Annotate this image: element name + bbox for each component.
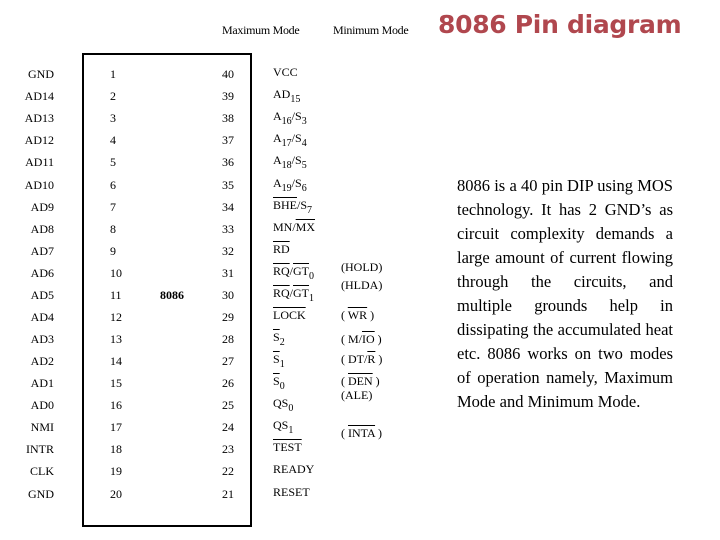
left-pin-number: 10	[110, 266, 122, 280]
left-pin-number: 12	[110, 310, 122, 324]
left-pin-name: AD3	[30, 332, 54, 346]
left-pin-number: 7	[110, 200, 116, 214]
right-pin-min-mode-name: ( DT/R )	[341, 352, 383, 366]
right-pin-max-mode-name: TEST	[273, 440, 302, 454]
right-pin-number: 40	[222, 67, 234, 81]
left-pin-name: AD14	[24, 89, 54, 103]
right-pin-number: 22	[222, 464, 234, 478]
left-pin-number: 8	[110, 222, 116, 236]
right-pin-max-mode-name: S0	[273, 374, 285, 392]
left-pin-name: AD7	[30, 244, 54, 258]
right-pin-max-mode-name: RD	[273, 242, 290, 256]
left-pin-number: 19	[110, 464, 122, 478]
left-pin-number: 1	[110, 67, 116, 81]
description-text: 8086 is a 40 pin DIP using MOS technolog…	[457, 176, 673, 411]
right-pin-min-mode-name: ( WR )	[341, 308, 375, 322]
left-pin-name: INTR	[26, 442, 54, 456]
right-pin-number: 23	[222, 442, 234, 456]
left-pin-name: GND	[28, 67, 54, 81]
left-pin-name: NMI	[30, 420, 54, 434]
right-pin-max-mode-name: QS0	[273, 396, 294, 414]
right-pin-max-mode-name: A19/S6	[273, 176, 307, 194]
right-pin-number: 30	[222, 288, 234, 302]
right-pin-number: 25	[222, 398, 234, 412]
right-pin-number: 33	[222, 222, 234, 236]
right-pin-number: 35	[222, 178, 234, 192]
minimum-mode-header: Minimum Mode	[333, 23, 409, 37]
right-pin-max-mode-name: A16/S3	[273, 109, 307, 127]
left-pin-number: 6	[110, 178, 116, 192]
left-pin-name: AD9	[30, 200, 54, 214]
left-pin-name: AD5	[30, 288, 54, 302]
left-pin-name: AD10	[24, 178, 54, 192]
left-pin-name: AD0	[30, 398, 54, 412]
left-pin-number: 5	[110, 155, 116, 169]
left-pin-name: CLK	[30, 464, 54, 478]
right-pin-number: 36	[222, 155, 234, 169]
left-pin-name: AD8	[30, 222, 54, 236]
left-pin-number: 20	[110, 487, 122, 501]
left-pin-number: 16	[110, 398, 122, 412]
right-pin-max-mode-name: BHE/S7	[273, 198, 313, 216]
page-title: 8086 Pin diagram	[438, 10, 682, 39]
right-pin-max-mode-name: VCC	[273, 65, 298, 79]
left-pin-name: AD13	[24, 111, 54, 125]
left-pin-name: AD4	[30, 310, 54, 324]
left-pin-number: 9	[110, 244, 116, 258]
right-pin-number: 38	[222, 111, 234, 125]
right-pin-number: 39	[222, 89, 234, 103]
left-pin-name: GND	[28, 487, 54, 501]
right-pin-max-mode-name: A17/S4	[273, 131, 307, 149]
right-pin-min-mode-name: (HOLD)	[341, 260, 383, 274]
left-pin-number: 15	[110, 376, 122, 390]
right-pin-min-mode-name: (ALE)	[341, 388, 373, 402]
right-pin-min-mode-name: ( INTA )	[341, 426, 383, 440]
right-pin-number: 32	[222, 244, 234, 258]
left-pin-number: 2	[110, 89, 116, 103]
right-pin-min-mode-name: ( M/IO )	[341, 332, 382, 346]
right-pin-max-mode-name: AD15	[273, 87, 301, 105]
left-pin-name: AD1	[30, 376, 54, 390]
maximum-mode-header: Maximum Mode	[222, 23, 300, 37]
right-pin-max-mode-name: RQ/GT0	[273, 264, 315, 282]
left-pin-number: 17	[110, 420, 122, 434]
right-pin-max-mode-name: READY	[273, 462, 315, 476]
right-pin-number: 31	[222, 266, 234, 280]
right-pin-number: 37	[222, 133, 234, 147]
left-pin-name: AD2	[30, 354, 54, 368]
right-pin-number: 29	[222, 310, 234, 324]
right-pin-max-mode-name: LOCK	[273, 308, 306, 322]
right-pin-max-mode-name: RQ/GT1	[273, 286, 315, 304]
right-pin-min-mode-name: (HLDA)	[341, 278, 383, 292]
right-pin-number: 27	[222, 354, 234, 368]
left-pin-number: 4	[110, 133, 116, 147]
left-pin-number: 18	[110, 442, 122, 456]
right-pin-number: 34	[222, 200, 234, 214]
left-pin-number: 11	[110, 288, 122, 302]
right-pin-number: 26	[222, 376, 234, 390]
left-pin-number: 3	[110, 111, 116, 125]
left-pin-name: AD11	[25, 155, 54, 169]
left-pin-number: 14	[110, 354, 122, 368]
right-pin-max-mode-name: MN/MX	[273, 220, 316, 234]
right-pin-max-mode-name: RESET	[273, 485, 310, 499]
right-pin-number: 28	[222, 332, 234, 346]
right-pin-max-mode-name: QS1	[273, 418, 294, 436]
left-pin-number: 13	[110, 332, 122, 346]
right-pin-max-mode-name: S2	[273, 330, 285, 348]
right-pin-min-mode-name: ( DEN )	[341, 374, 380, 388]
right-pin-number: 21	[222, 487, 234, 501]
chip-name: 8086	[160, 288, 184, 302]
left-pin-name: AD6	[30, 266, 54, 280]
right-pin-max-mode-name: S1	[273, 352, 285, 370]
left-pin-name: AD12	[24, 133, 54, 147]
right-pin-max-mode-name: A18/S5	[273, 153, 307, 171]
right-pin-number: 24	[222, 420, 234, 434]
